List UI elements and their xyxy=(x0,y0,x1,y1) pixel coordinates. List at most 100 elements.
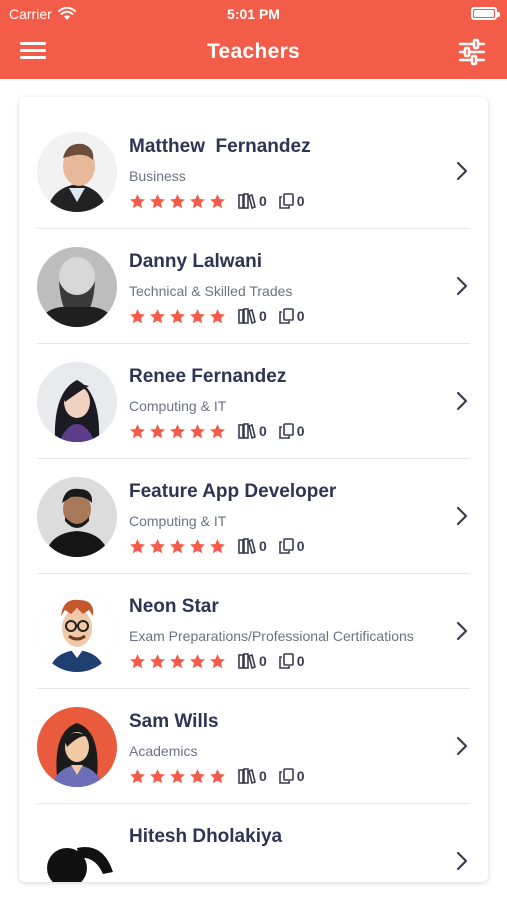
star-icon xyxy=(170,768,185,783)
star-icon xyxy=(150,653,165,668)
teacher-stats: 0 0 xyxy=(129,767,305,785)
courses-count: 0 xyxy=(238,193,267,209)
page-title: Teachers xyxy=(206,40,301,63)
status-bar: Carrier 5:01 PM xyxy=(0,0,507,28)
teacher-stats: 0 0 xyxy=(129,652,305,670)
teacher-avatar xyxy=(37,707,117,787)
books-icon xyxy=(238,308,256,324)
teacher-row[interactable]: Danny Lalwani Technical & Skilled Trades… xyxy=(37,229,470,344)
star-icon xyxy=(210,308,225,323)
chevron-right-icon xyxy=(456,161,468,181)
star-icon xyxy=(190,193,205,208)
teacher-name: Sam Wills xyxy=(129,711,219,732)
teacher-name: Matthew Fernandez xyxy=(129,136,311,157)
resources-count: 0 xyxy=(278,653,305,669)
star-icon xyxy=(150,423,165,438)
star-icon xyxy=(170,423,185,438)
rating-stars xyxy=(129,423,226,440)
star-icon xyxy=(130,423,145,438)
status-time: 5:01 PM xyxy=(227,6,280,22)
star-icon xyxy=(130,193,145,208)
chevron-right-icon xyxy=(456,506,468,526)
teacher-stats: 0 0 xyxy=(129,307,305,325)
courses-count: 0 xyxy=(238,768,267,784)
teacher-stats: 0 0 xyxy=(129,422,305,440)
star-icon xyxy=(150,308,165,323)
star-icon xyxy=(190,768,205,783)
teacher-avatar xyxy=(37,822,117,882)
teacher-avatar xyxy=(37,247,117,327)
star-icon xyxy=(190,308,205,323)
star-icon xyxy=(150,768,165,783)
teacher-category: Academics xyxy=(129,743,198,759)
resources-count: 0 xyxy=(278,423,305,439)
star-icon xyxy=(170,308,185,323)
courses-count: 0 xyxy=(238,653,267,669)
rating-stars xyxy=(129,308,226,325)
teacher-name: Neon Star xyxy=(129,596,219,617)
star-icon xyxy=(190,653,205,668)
app-header: Carrier 5:01 PM Teachers xyxy=(0,0,507,79)
star-icon xyxy=(130,768,145,783)
teacher-name: Renee Fernandez xyxy=(129,366,287,387)
star-icon xyxy=(130,308,145,323)
books-icon xyxy=(238,538,256,554)
star-icon xyxy=(130,538,145,553)
teacher-name: Feature App Developer xyxy=(129,481,337,502)
courses-count: 0 xyxy=(238,538,267,554)
resources-count: 0 xyxy=(278,768,305,784)
copy-icon xyxy=(278,193,294,209)
teacher-row[interactable]: Hitesh Dholakiya xyxy=(37,804,470,882)
copy-icon xyxy=(278,768,294,784)
chevron-right-icon xyxy=(456,276,468,296)
star-icon xyxy=(210,538,225,553)
books-icon xyxy=(238,193,256,209)
star-icon xyxy=(210,768,225,783)
copy-icon xyxy=(278,538,294,554)
teacher-avatar xyxy=(37,132,117,212)
star-icon xyxy=(130,653,145,668)
star-icon xyxy=(210,193,225,208)
star-icon xyxy=(210,423,225,438)
teacher-avatar xyxy=(37,592,117,672)
copy-icon xyxy=(278,423,294,439)
teacher-category: Computing & IT xyxy=(129,513,227,529)
star-icon xyxy=(190,538,205,553)
star-icon xyxy=(170,538,185,553)
books-icon xyxy=(238,768,256,784)
teacher-category: Computing & IT xyxy=(129,398,227,414)
battery-icon xyxy=(471,7,500,20)
teacher-category: Technical & Skilled Trades xyxy=(129,283,293,299)
chevron-right-icon xyxy=(456,851,468,871)
teacher-category: Business xyxy=(129,168,186,184)
teacher-stats: 0 0 xyxy=(129,192,305,210)
teacher-avatar xyxy=(37,477,117,557)
teacher-row[interactable]: Renee Fernandez Computing & IT 0 0 xyxy=(37,344,470,459)
teacher-stats: 0 0 xyxy=(129,537,305,555)
books-icon xyxy=(238,423,256,439)
resources-count: 0 xyxy=(278,308,305,324)
rating-stars xyxy=(129,653,226,670)
filter-sliders-icon[interactable] xyxy=(457,38,487,66)
books-icon xyxy=(238,653,256,669)
teacher-row[interactable]: Sam Wills Academics 0 0 xyxy=(37,689,470,804)
star-icon xyxy=(170,653,185,668)
star-icon xyxy=(150,193,165,208)
resources-count: 0 xyxy=(278,538,305,554)
copy-icon xyxy=(278,308,294,324)
star-icon xyxy=(150,538,165,553)
teacher-list-card: Matthew Fernandez Business 0 0 Danny Lal… xyxy=(19,97,488,882)
chevron-right-icon xyxy=(456,621,468,641)
teacher-row[interactable]: Matthew Fernandez Business 0 0 xyxy=(37,114,470,229)
copy-icon xyxy=(278,653,294,669)
courses-count: 0 xyxy=(238,308,267,324)
teacher-name: Danny Lalwani xyxy=(129,251,263,272)
teacher-row[interactable]: Neon Star Exam Preparations/Professional… xyxy=(37,574,470,689)
star-icon xyxy=(210,653,225,668)
star-icon xyxy=(170,193,185,208)
teacher-name: Hitesh Dholakiya xyxy=(129,826,283,847)
chevron-right-icon xyxy=(456,391,468,411)
teacher-row[interactable]: Feature App Developer Computing & IT 0 0 xyxy=(37,459,470,574)
resources-count: 0 xyxy=(278,193,305,209)
courses-count: 0 xyxy=(238,423,267,439)
